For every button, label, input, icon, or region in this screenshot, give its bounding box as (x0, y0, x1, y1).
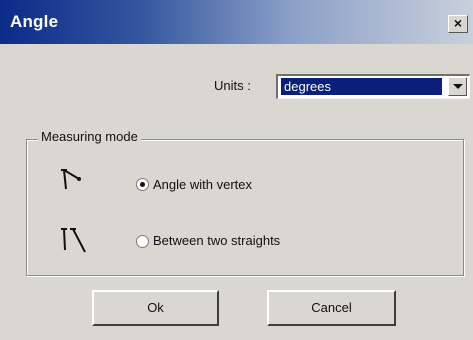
two-straights-icon (61, 228, 86, 253)
close-icon: × (453, 15, 463, 31)
cancel-button[interactable]: Cancel (267, 290, 396, 326)
measuring-mode-legend: Measuring mode (38, 129, 141, 144)
angle-vertex-icon (61, 169, 81, 190)
units-selected-value: degrees (281, 78, 442, 95)
radio-angle-with-vertex[interactable] (136, 178, 149, 191)
label-angle-with-vertex[interactable]: Angle with vertex (153, 177, 252, 192)
units-label: Units : (214, 78, 251, 93)
chevron-down-icon[interactable] (448, 77, 467, 96)
close-button[interactable]: × (448, 15, 468, 33)
title-bar[interactable]: Angle × (0, 0, 473, 44)
units-select[interactable]: degrees (276, 74, 470, 99)
ok-button[interactable]: Ok (92, 290, 219, 326)
measuring-mode-group (26, 139, 464, 276)
radio-between-two-straights[interactable] (136, 235, 149, 248)
window-title: Angle (10, 12, 59, 31)
label-between-two-straights[interactable]: Between two straights (153, 233, 280, 248)
angle-dialog: Angle × Units : degrees Measuring mode A… (0, 0, 473, 340)
